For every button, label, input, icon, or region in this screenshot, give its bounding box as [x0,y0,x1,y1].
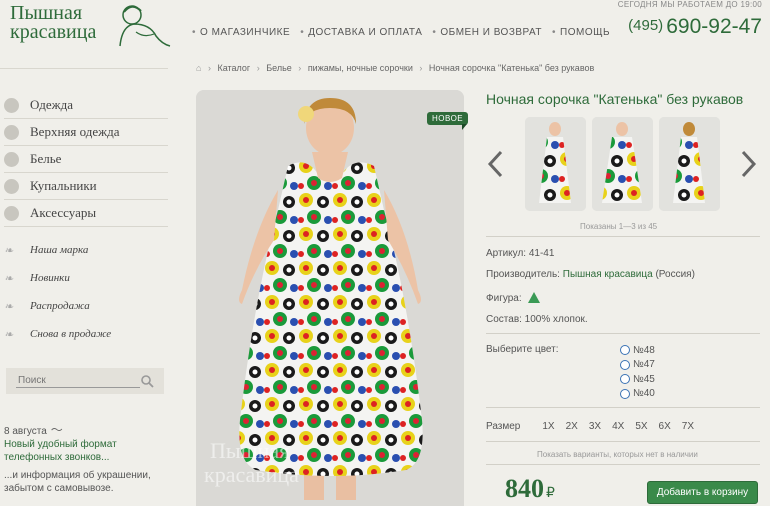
sidebar-item-clothing[interactable]: Одежда [4,92,168,119]
dress-icon [4,97,19,113]
add-to-cart-button[interactable]: Добавить в корзину [647,481,758,504]
site-logo[interactable]: Пышная красавица [8,2,173,50]
product-price: 840 ₽ [505,474,555,503]
divider [486,464,760,465]
size-option[interactable]: 2X [566,421,578,432]
sidebar-sub-menu: ❧ Наша марка ❧ Новинки ❧ Распродажа ❧ Снова … [4,236,168,348]
divider [486,441,760,442]
figure-shape-icon [527,292,540,303]
ruble-icon: ₽ [546,486,555,501]
nav-delivery[interactable]: • доставка и оплата [300,27,422,38]
news-link[interactable]: Новый удобный формат телефонных звонков.… [4,438,164,464]
product-thumbnail[interactable] [525,117,586,211]
product-thumbnail[interactable] [592,117,653,211]
accessory-icon [4,205,19,221]
sidebar-top-divider [0,68,168,69]
logo-line-2: красавица [10,21,97,43]
search-input[interactable] [16,374,140,388]
color-option[interactable]: №45 [620,372,655,387]
sidebar-item-back-in-stock[interactable]: ❧ Снова в продаже [4,320,168,348]
leaf-icon: ❧ [4,300,14,313]
divider [486,407,760,408]
nav-returns[interactable]: • обмен и возврат [432,27,542,38]
thumbs-counter: Показаны 1—3 из 45 [580,222,658,231]
size-option[interactable]: 6X [659,421,671,432]
sidebar-item-lingerie[interactable]: Белье [4,146,168,173]
sidebar-item-our-brand[interactable]: ❧ Наша марка [4,236,168,264]
breadcrumb: ⌂ › Каталог › Белье › пижамы, ночные сор… [196,63,595,73]
news-more[interactable]: ...и информация об украшении, забытом с … [4,469,164,495]
phone-number[interactable]: (495) 690-92-47 [628,15,762,39]
radio-button[interactable] [620,388,630,399]
divider [486,236,760,237]
product-title: Ночная сорочка "Катенька" без рукавов [486,91,744,107]
color-label: Выберите цвет: [486,344,559,355]
leaf-icon: ❧ [4,328,14,341]
coat-icon [4,124,19,140]
sidebar-item-sale[interactable]: ❧ Распродажа [4,292,168,320]
top-navigation: • о магазинчике • доставка и оплата • обмен… [192,27,620,38]
thumb-prev-arrow-icon[interactable] [486,150,504,185]
nav-help[interactable]: • помощь [552,27,610,38]
radio-button[interactable] [620,359,630,370]
thumbnail-strip [525,117,720,211]
sidebar-main-menu: Одежда Верхняя одежда Белье Купальники А… [4,92,168,227]
size-selector: Размер 1X 2X 3X 4X 5X 6X 7X [486,421,705,432]
color-option[interactable]: №47 [620,358,655,373]
search-icon[interactable] [140,374,154,388]
breadcrumb-lingerie[interactable]: Белье [266,63,292,73]
maker-row: Производитель: Пышная красавица (Россия) [486,269,695,280]
badge-ribbon-fold [462,124,467,130]
breadcrumb-catalog[interactable]: Каталог [217,63,250,73]
sidebar-item-accessories[interactable]: Аксессуары [4,200,168,227]
working-hours: Сегодня мы работаем до 19:00 [617,0,762,9]
size-option[interactable]: 5X [635,421,647,432]
divider [486,333,760,334]
composition: Состав: 100% хлопок. [486,314,588,325]
swimsuit-icon [4,178,19,194]
breadcrumb-current: Ночная сорочка "Катенька" без рукавов [428,63,595,73]
figure-row: Фигура: [486,292,540,304]
size-option[interactable]: 1X [542,421,554,432]
article-row: Артикул: 41-41 [486,248,555,259]
thumb-next-arrow-icon[interactable] [740,150,758,185]
sidebar-item-swimwear[interactable]: Купальники [4,173,168,200]
color-option[interactable]: №48 [620,343,655,358]
news-block: 8 августа 〜 Новый удобный формат телефонн… [4,424,164,495]
product-thumbnail[interactable] [659,117,720,211]
nav-about[interactable]: • о магазинчике [192,27,290,38]
size-option[interactable]: 4X [612,421,624,432]
home-icon[interactable]: ⌂ [196,63,201,73]
leaf-icon: ❧ [4,244,14,257]
product-photo-image: Пышная красавица [196,90,464,506]
color-option[interactable]: №40 [620,387,655,402]
sidebar-item-outerwear[interactable]: Верхняя одежда [4,119,168,146]
logo-lady-icon [119,5,171,47]
photo-watermark-line-1: Пышная [210,438,289,463]
size-option[interactable]: 7X [682,421,694,432]
photo-watermark-line-2: красавица [204,462,299,487]
search-box [6,368,164,394]
maker-link[interactable]: Пышная красавица [563,269,653,280]
size-option[interactable]: 3X [589,421,601,432]
radio-button[interactable] [620,345,630,356]
product-main-photo[interactable]: Пышная красавица [196,90,464,506]
news-date: 8 августа [4,426,47,437]
sidebar-item-new[interactable]: ❧ Новинки [4,264,168,292]
size-label: Размер [486,421,521,432]
show-unavailable-link[interactable]: Показать варианты, которых нет в наличии [537,450,698,459]
breadcrumb-pajamas[interactable]: пижамы, ночные сорочки [308,63,413,73]
color-options: №48 №47 №45 №40 [620,343,655,401]
radio-button[interactable] [620,374,630,385]
leaf-icon: ❧ [4,272,14,285]
article-value: 41-41 [528,248,555,259]
wave-icon: 〜 [50,423,63,437]
lingerie-icon [4,151,19,167]
